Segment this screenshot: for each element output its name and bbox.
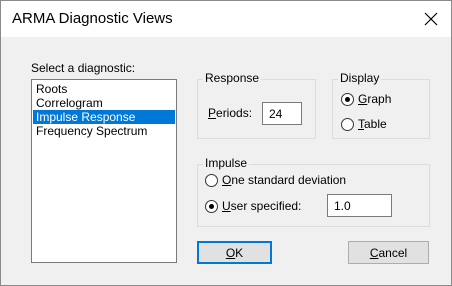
diagnostic-item-impulse-response[interactable]: Impulse Response [33, 110, 175, 124]
window-title: ARMA Diagnostic Views [12, 10, 173, 27]
impulse-user-specified-radio[interactable]: User specified: [205, 199, 301, 213]
radio-checked-icon [341, 92, 354, 106]
diagnostic-item-frequency-spectrum[interactable]: Frequency Spectrum [33, 124, 175, 138]
impulse-one-std-radio[interactable]: One standard deviation [205, 173, 346, 187]
display-graph-radio[interactable]: Graph [341, 92, 391, 106]
display-group-label: Display [338, 71, 382, 85]
arma-diagnostic-dialog: ARMA Diagnostic Views Select a diagnosti… [0, 0, 452, 286]
periods-label: Periods: [208, 106, 252, 120]
close-icon [424, 12, 438, 26]
ok-label: K [235, 245, 244, 260]
graph-mnemonic: G [358, 92, 368, 106]
radio-checked-icon [205, 199, 218, 213]
ok-mnemonic: O [225, 245, 236, 260]
cancel-button[interactable]: Cancel [348, 241, 429, 264]
diagnostic-listbox[interactable]: Roots Correlogram Impulse Response Frequ… [31, 79, 177, 263]
periods-label-rest: eriods: [216, 106, 253, 120]
close-button[interactable] [411, 1, 451, 37]
ok-button[interactable]: OK [197, 241, 272, 264]
diagnostic-item-correlogram[interactable]: Correlogram [33, 96, 175, 110]
impulse-group-label: Impulse [203, 156, 250, 170]
periods-label-mnemonic: P [208, 106, 217, 120]
one-std-label: ne standard deviation [231, 173, 347, 187]
user-specified-input[interactable] [327, 194, 392, 217]
radio-unchecked-icon [205, 173, 218, 187]
title-bar: ARMA Diagnostic Views [1, 1, 451, 37]
diagnostic-item-roots[interactable]: Roots [33, 82, 175, 96]
radio-unchecked-icon [341, 117, 354, 131]
graph-label: raph [367, 92, 392, 106]
response-group-label: Response [203, 71, 262, 85]
one-std-mnemonic: O [222, 173, 232, 187]
user-specified-mnemonic: U [222, 199, 231, 213]
user-specified-label: ser specified: [230, 199, 302, 213]
table-label: able [364, 117, 387, 131]
display-table-radio[interactable]: Table [341, 117, 387, 131]
diagnostic-list-label: Select a diagnostic: [31, 61, 136, 75]
cancel-label: ancel [378, 245, 408, 260]
periods-input[interactable] [262, 102, 302, 125]
